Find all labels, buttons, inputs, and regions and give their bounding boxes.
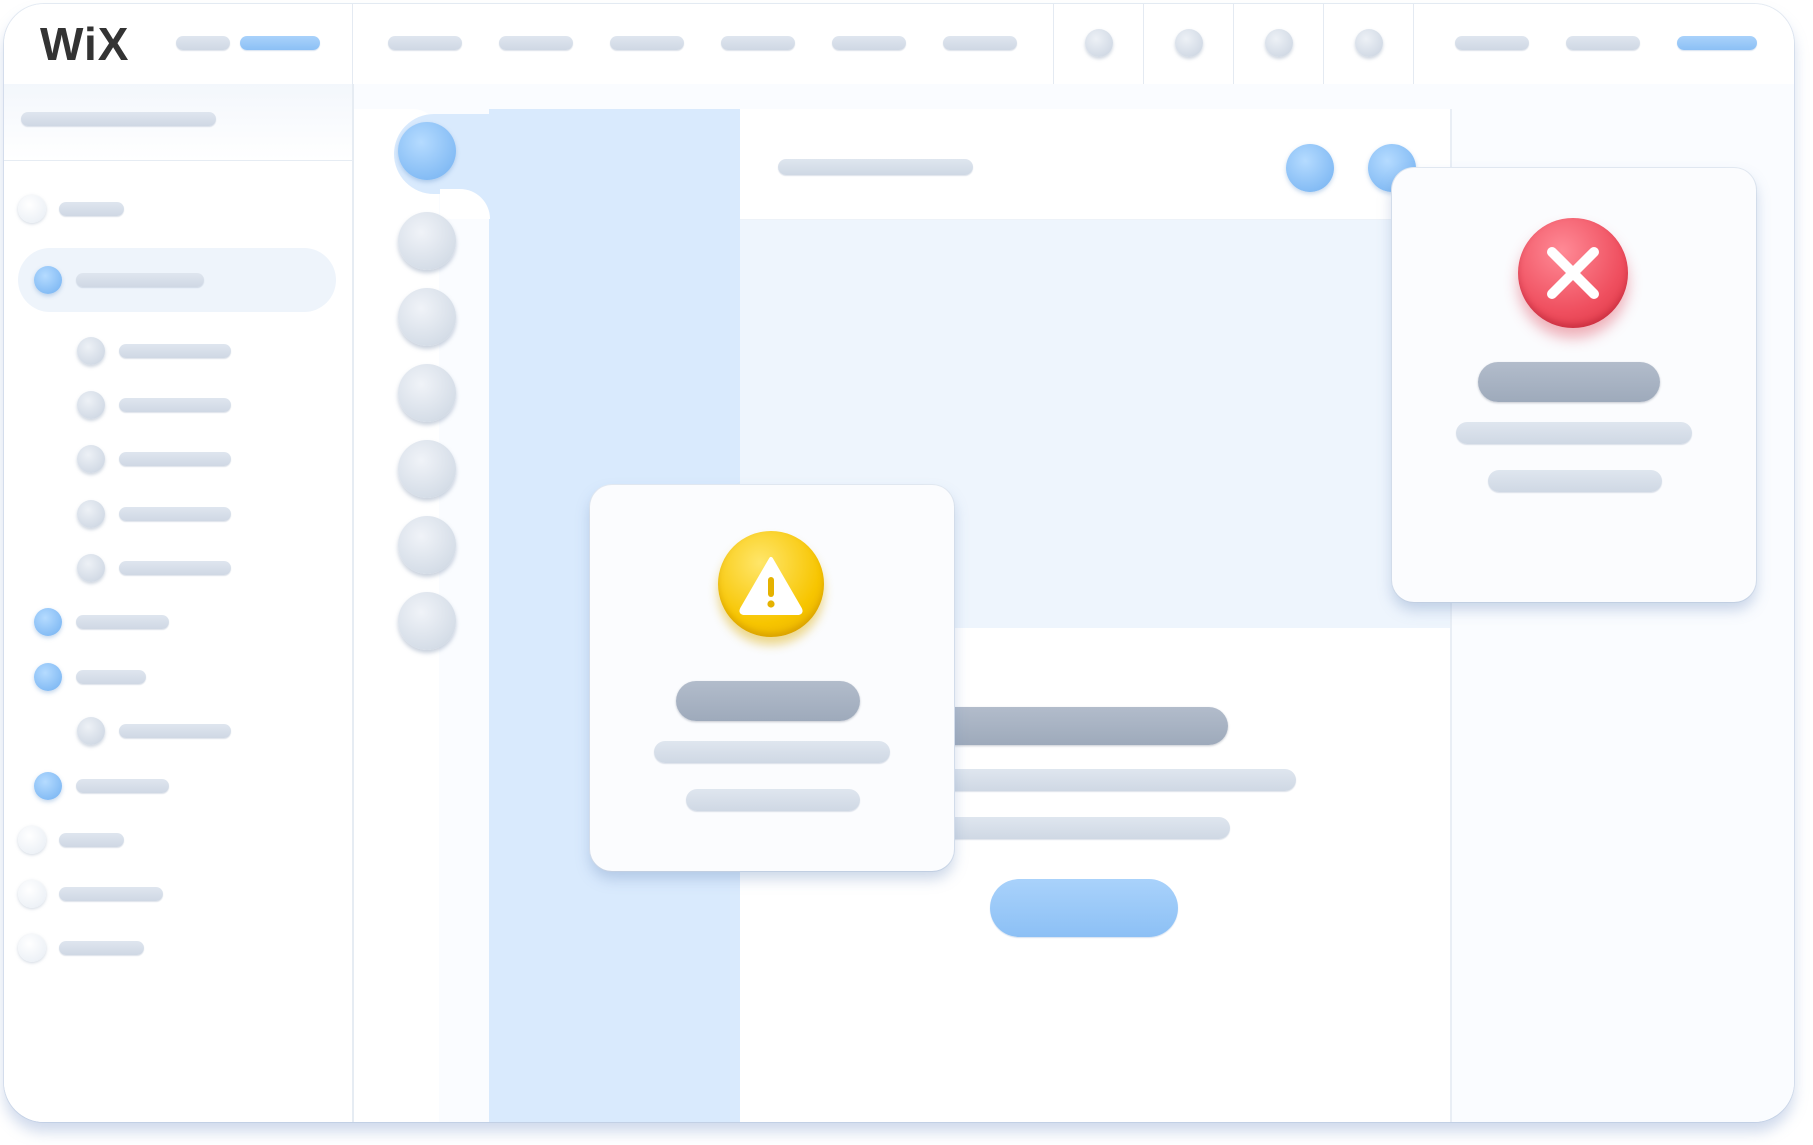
toolbar-icon-button[interactable] <box>1175 29 1203 57</box>
toolbar-divider <box>352 4 353 84</box>
sidebar-subitem-icon <box>77 554 105 582</box>
toolbar-menu-item[interactable] <box>943 36 1017 50</box>
menu-item-active[interactable] <box>240 36 320 50</box>
add-element-button[interactable] <box>398 122 456 180</box>
sidebar-title-placeholder <box>21 112 216 126</box>
error-dialog <box>1392 168 1756 602</box>
sidebar-subitem[interactable] <box>119 561 231 575</box>
toolbar-icon-button[interactable] <box>1085 29 1113 57</box>
sidebar-subitem-icon <box>77 445 105 473</box>
rail-tool-button[interactable] <box>398 364 456 422</box>
toolbar-menu-item[interactable] <box>721 36 795 50</box>
warning-title-placeholder <box>676 681 860 721</box>
rail-tool-button[interactable] <box>398 440 456 498</box>
sidebar-item-icon <box>34 608 62 636</box>
sidebar-item-icon <box>18 934 46 962</box>
toolbar-divider <box>1143 4 1144 84</box>
sidebar-subitem-icon <box>77 500 105 528</box>
sidebar-item[interactable] <box>76 615 169 629</box>
sidebar-subitem[interactable] <box>119 398 231 412</box>
warning-dialog <box>590 485 954 871</box>
sidebar-item[interactable] <box>59 941 144 955</box>
warning-triangle-icon <box>718 531 824 637</box>
site-header-button[interactable] <box>1286 144 1334 192</box>
sidebar-subitem[interactable] <box>119 344 231 358</box>
warning-text-placeholder <box>654 741 890 763</box>
sidebar-item[interactable] <box>59 833 124 847</box>
rail-tool-button[interactable] <box>398 288 456 346</box>
sidebar-item-icon <box>18 195 46 223</box>
sidebar-item[interactable] <box>76 779 169 793</box>
site-text-placeholder <box>904 769 1296 791</box>
editor-window: WiX <box>4 4 1794 1122</box>
sidebar-subitem-icon <box>77 717 105 745</box>
sidebar-subitem[interactable] <box>119 724 231 738</box>
sidebar-subitem-icon <box>77 337 105 365</box>
toolbar-icon-button[interactable] <box>1265 29 1293 57</box>
tab-connector <box>440 189 490 219</box>
toolbar-divider <box>1053 4 1054 84</box>
sidebar <box>4 84 354 1122</box>
sidebar-item[interactable] <box>76 670 146 684</box>
warning-text-placeholder <box>686 789 860 811</box>
site-cta-button[interactable] <box>990 879 1178 937</box>
toolbar-divider <box>1413 4 1414 84</box>
toolbar-divider <box>1233 4 1234 84</box>
sidebar-item[interactable] <box>59 887 163 901</box>
sidebar-subitem[interactable] <box>119 452 231 466</box>
toolbar-icon-button[interactable] <box>1355 29 1383 57</box>
sidebar-item-icon <box>34 772 62 800</box>
rail-tool-button[interactable] <box>398 516 456 574</box>
sidebar-item-icon <box>18 880 46 908</box>
sidebar-item-icon <box>18 826 46 854</box>
toolbar-menu-item[interactable] <box>1455 36 1529 50</box>
sidebar-item[interactable] <box>59 202 124 216</box>
logo-text: WiX <box>40 20 129 68</box>
toolbar-menu-item[interactable] <box>1566 36 1640 50</box>
error-text-placeholder <box>1456 422 1692 444</box>
toolbar-menu-item[interactable] <box>832 36 906 50</box>
toolbar-menu-item[interactable] <box>610 36 684 50</box>
sidebar-header <box>4 84 352 161</box>
toolbar-menu-item[interactable] <box>388 36 462 50</box>
toolbar-divider <box>1323 4 1324 84</box>
error-title-placeholder <box>1478 362 1660 402</box>
top-toolbar: WiX <box>4 4 1794 85</box>
site-header <box>740 109 1450 220</box>
sidebar-item-icon <box>34 663 62 691</box>
sidebar-item-selected[interactable] <box>76 273 204 287</box>
sidebar-item-icon <box>34 266 62 294</box>
rail-tool-button[interactable] <box>398 212 456 270</box>
close-x-icon <box>1518 218 1628 328</box>
site-title-placeholder <box>778 159 973 175</box>
menu-item-placeholder[interactable] <box>176 36 230 50</box>
error-text-placeholder <box>1488 470 1662 492</box>
sidebar-subitem[interactable] <box>119 507 231 521</box>
wix-logo: WiX <box>40 20 129 68</box>
publish-button-placeholder[interactable] <box>1677 36 1757 50</box>
sidebar-subitem-icon <box>77 391 105 419</box>
rail-tool-button[interactable] <box>398 592 456 650</box>
toolbar-menu-item[interactable] <box>499 36 573 50</box>
